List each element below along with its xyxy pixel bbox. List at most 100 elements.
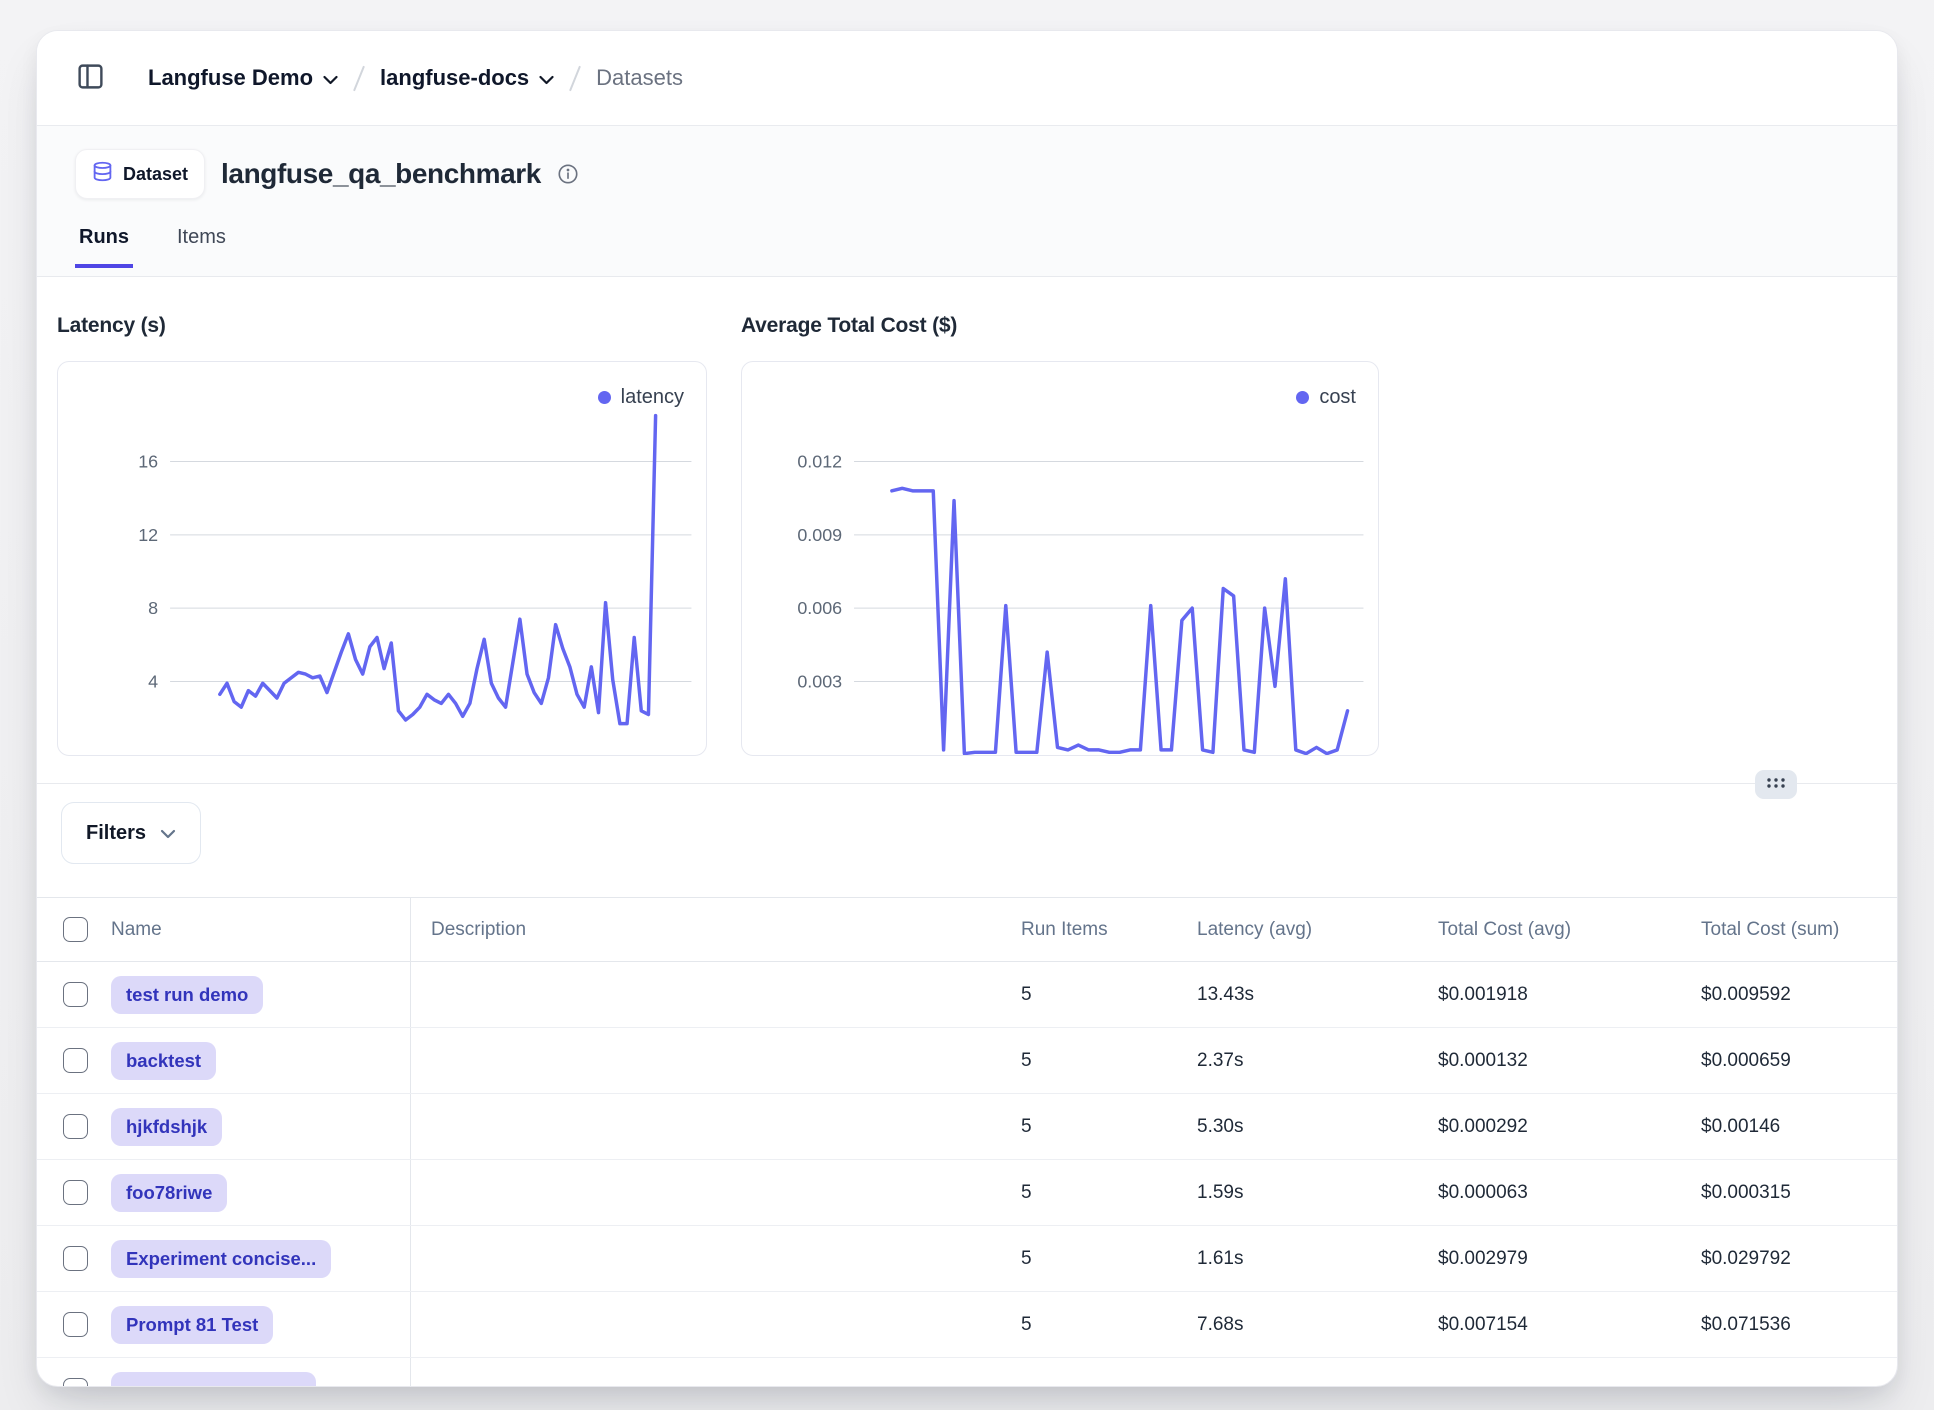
breadcrumb-org-label: Langfuse Demo <box>148 65 313 91</box>
total-cost-sum-cell: $0.000659 <box>1679 1028 1897 1093</box>
total-cost-avg-cell: $0.002979 <box>1417 1226 1679 1291</box>
latency-avg-cell: 1.59s <box>1177 1160 1417 1225</box>
table-row: Prompt 81 Test57.68s$0.007154$0.071536 <box>37 1292 1897 1358</box>
run-name-badge[interactable]: test run demo <box>111 976 263 1014</box>
latency-avg-cell: 2.37s <box>1177 1028 1417 1093</box>
run-name-cell: Experiment concise... <box>101 1226 411 1291</box>
latency-chart: 481216 latency <box>57 361 707 756</box>
breadcrumb-project-selector[interactable]: langfuse-docs <box>380 65 554 91</box>
info-icon[interactable] <box>557 163 579 185</box>
row-checkbox[interactable] <box>63 1114 88 1139</box>
svg-text:0.012: 0.012 <box>797 451 842 471</box>
row-checkbox[interactable] <box>63 982 88 1007</box>
filters-button-label: Filters <box>86 822 146 845</box>
legend-dot-icon <box>1296 391 1309 404</box>
table-header-row: Name Description Run Items Latency (avg)… <box>37 898 1897 962</box>
row-checkbox[interactable] <box>63 1378 88 1387</box>
cost-line-chart: 0.0030.0060.0090.012 <box>742 362 1378 755</box>
run-description-cell <box>411 1160 1001 1225</box>
row-checkbox-cell <box>37 1028 101 1093</box>
latency-avg-cell: 13.43s <box>1177 962 1417 1027</box>
total-cost-avg-cell: $0.000292 <box>1417 1094 1679 1159</box>
run-name-cell <box>101 1358 411 1387</box>
latency-avg-cell <box>1177 1358 1417 1387</box>
breadcrumb-current-page: Datasets <box>596 65 683 91</box>
row-checkbox[interactable] <box>63 1180 88 1205</box>
run-items-cell: 5 <box>1001 1160 1177 1225</box>
row-checkbox-cell <box>37 962 101 1027</box>
database-icon <box>92 160 113 188</box>
run-items-cell <box>1001 1358 1177 1387</box>
table-row <box>37 1358 1897 1387</box>
run-name-cell: hjkfdshjk <box>101 1094 411 1159</box>
table-body: test run demo513.43s$0.001918$0.009592 ba… <box>37 962 1897 1387</box>
app-window: Langfuse Demo langfuse-docs Datasets Dat… <box>36 30 1898 1387</box>
latency-avg-cell: 7.68s <box>1177 1292 1417 1357</box>
tab-items[interactable]: Items <box>173 226 230 268</box>
run-description-cell <box>411 1094 1001 1159</box>
latency-avg-cell: 5.30s <box>1177 1094 1417 1159</box>
legend-label: latency <box>621 386 684 409</box>
legend-dot-icon <box>598 391 611 404</box>
cost-chart-title: Average Total Cost ($) <box>741 314 1379 338</box>
breadcrumb-separator <box>353 65 365 91</box>
legend-label: cost <box>1319 386 1356 409</box>
table-row: backtest52.37s$0.000132$0.000659 <box>37 1028 1897 1094</box>
column-header-description: Description <box>411 898 1001 961</box>
top-bar: Langfuse Demo langfuse-docs Datasets <box>37 31 1897 126</box>
latency-avg-cell: 1.61s <box>1177 1226 1417 1291</box>
breadcrumb-org-selector[interactable]: Langfuse Demo <box>148 65 338 91</box>
run-items-cell: 5 <box>1001 1094 1177 1159</box>
total-cost-avg-cell: $0.000063 <box>1417 1160 1679 1225</box>
row-checkbox[interactable] <box>63 1312 88 1337</box>
latency-legend[interactable]: latency <box>598 386 684 409</box>
cost-chart-block: Average Total Cost ($) 0.0030.0060.0090.… <box>741 314 1379 756</box>
chevron-down-icon <box>323 65 338 91</box>
total-cost-sum-cell: $0.071536 <box>1679 1292 1897 1357</box>
run-items-cell: 5 <box>1001 1028 1177 1093</box>
column-header-name: Name <box>101 898 411 961</box>
row-checkbox[interactable] <box>63 1048 88 1073</box>
row-checkbox-cell <box>37 1292 101 1357</box>
dataset-badge-label: Dataset <box>123 164 188 185</box>
run-name-badge[interactable]: Prompt 81 Test <box>111 1306 273 1344</box>
latency-chart-block: Latency (s) 481216 latency <box>57 314 707 756</box>
total-cost-sum-cell: $0.00146 <box>1679 1094 1897 1159</box>
svg-text:4: 4 <box>148 671 158 691</box>
cost-legend[interactable]: cost <box>1296 386 1356 409</box>
run-name-cell: test run demo <box>101 962 411 1027</box>
run-name-cell: Prompt 81 Test <box>101 1292 411 1357</box>
dataset-header: Dataset langfuse_qa_benchmark Runs Items <box>37 126 1897 277</box>
table-row: Experiment concise...51.61s$0.002979$0.0… <box>37 1226 1897 1292</box>
run-name-badge[interactable] <box>111 1372 316 1388</box>
select-all-checkbox[interactable] <box>63 917 88 942</box>
tabs: Runs Items <box>61 226 1859 268</box>
run-name-cell: foo78riwe <box>101 1160 411 1225</box>
run-name-badge[interactable]: backtest <box>111 1042 216 1080</box>
row-checkbox-cell <box>37 1358 101 1387</box>
run-items-cell: 5 <box>1001 1292 1177 1357</box>
total-cost-sum-cell: $0.000315 <box>1679 1160 1897 1225</box>
column-header-total-cost-sum: Total Cost (sum) <box>1679 898 1897 961</box>
total-cost-sum-cell <box>1679 1358 1897 1387</box>
filters-button[interactable]: Filters <box>61 802 201 864</box>
dataset-badge: Dataset <box>75 149 205 199</box>
panel-left-icon <box>75 62 106 94</box>
row-checkbox-cell <box>37 1094 101 1159</box>
resize-handle[interactable] <box>1755 770 1797 799</box>
run-description-cell <box>411 1226 1001 1291</box>
run-description-cell <box>411 1292 1001 1357</box>
run-name-badge[interactable]: foo78riwe <box>111 1174 227 1212</box>
table-row: test run demo513.43s$0.001918$0.009592 <box>37 962 1897 1028</box>
row-checkbox[interactable] <box>63 1246 88 1271</box>
svg-text:12: 12 <box>138 525 158 545</box>
column-header-latency-avg: Latency (avg) <box>1177 898 1417 961</box>
tab-runs[interactable]: Runs <box>75 226 133 268</box>
run-name-badge[interactable]: Experiment concise... <box>111 1240 331 1278</box>
run-name-badge[interactable]: hjkfdshjk <box>111 1108 222 1146</box>
svg-text:8: 8 <box>148 598 158 618</box>
runs-table: Name Description Run Items Latency (avg)… <box>37 897 1897 1387</box>
column-header-run-items: Run Items <box>1001 898 1177 961</box>
sidebar-toggle-button[interactable] <box>75 62 106 94</box>
run-description-cell <box>411 1028 1001 1093</box>
